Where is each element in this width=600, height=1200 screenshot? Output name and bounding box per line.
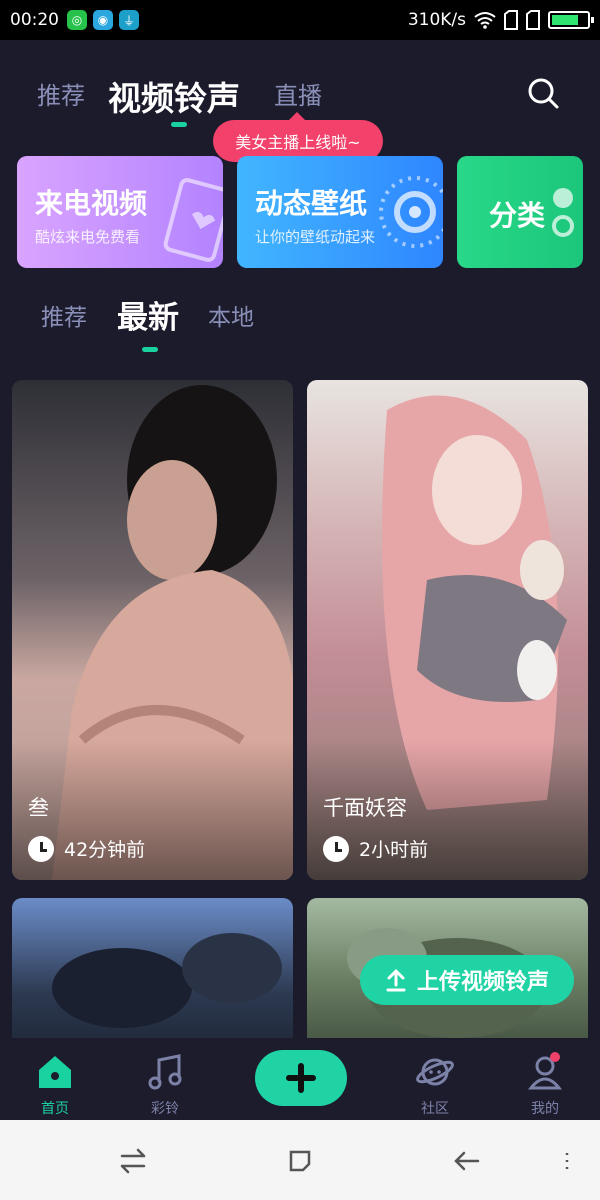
feature-cards: 来电视频 酷炫来电免费看 动态壁纸 让你的壁纸动起来 分类	[0, 156, 600, 270]
sim-icon	[526, 10, 540, 30]
video-thumbnail	[52, 933, 282, 1028]
card-title: 分类	[489, 199, 546, 232]
card-title: 动态壁纸	[255, 187, 368, 220]
nav-label: 彩铃	[151, 1101, 179, 1117]
upload-arrow-icon	[386, 969, 406, 992]
search-icon[interactable]	[526, 76, 560, 110]
wallpaper-ring-icon	[379, 176, 443, 248]
subtab-latest[interactable]: 最新	[117, 292, 179, 337]
active-subtab-indicator	[142, 347, 158, 352]
phone-card-icon	[163, 178, 223, 262]
wifi-icon	[474, 12, 496, 29]
create-plus-button[interactable]	[255, 1050, 347, 1106]
tab-live[interactable]: 直播	[274, 76, 322, 111]
video-tile[interactable]: 叁 42分钟前	[12, 380, 293, 880]
clock-icon	[28, 835, 54, 862]
app-notification-icon: ◎	[67, 10, 87, 30]
video-title: 千面妖容	[323, 796, 407, 820]
bottom-nav: 首页 彩铃 社区 我的	[0, 1040, 600, 1120]
active-tab-indicator	[171, 122, 187, 127]
card-title: 来电视频	[35, 187, 148, 220]
clock-icon	[323, 835, 349, 862]
video-grid: 叁 42分钟前 千面妖容 2小时前	[0, 378, 600, 1038]
switch-icon[interactable]	[118, 1146, 148, 1176]
sub-tabs: 推荐 最新 本地	[0, 280, 600, 360]
usb-icon: ⏚	[119, 10, 139, 30]
card-live-wallpaper[interactable]: 动态壁纸 让你的壁纸动起来	[237, 156, 443, 268]
nav-label: 我的	[531, 1101, 559, 1117]
music-note-icon	[148, 1054, 182, 1090]
sim-icon	[504, 10, 518, 30]
app-notification-icon: ◉	[93, 10, 113, 30]
home-icon	[39, 1056, 71, 1088]
tab-recommend[interactable]: 推荐	[37, 76, 85, 111]
upload-video-ringtone-button[interactable]: 上传视频铃声	[360, 955, 574, 1005]
card-subtitle: 让你的壁纸动起来	[255, 228, 376, 246]
battery-icon	[548, 11, 594, 29]
upload-label: 上传视频铃声	[416, 970, 549, 995]
network-speed: 310K/s	[407, 10, 466, 30]
nav-community[interactable]: 社区	[395, 1052, 475, 1118]
status-time: 00:20	[10, 10, 59, 30]
system-nav-bar	[0, 1120, 600, 1200]
tab-video-ringtone[interactable]: 视频铃声	[108, 72, 240, 120]
video-time: 2小时前	[359, 839, 429, 861]
subtab-local[interactable]: 本地	[208, 298, 254, 332]
nav-home[interactable]: 首页	[15, 1052, 95, 1118]
menu-dots-icon[interactable]	[552, 1146, 582, 1176]
plus-icon	[286, 1063, 316, 1093]
video-title: 叁	[28, 796, 49, 820]
video-tile[interactable]	[12, 898, 293, 1038]
profile-icon	[527, 1052, 563, 1090]
subtab-recommend[interactable]: 推荐	[41, 298, 87, 332]
card-category[interactable]: 分类	[457, 156, 583, 268]
home-square-icon[interactable]	[285, 1146, 315, 1176]
battery-fill	[552, 15, 578, 25]
nav-ringtone[interactable]: 彩铃	[125, 1052, 205, 1118]
back-icon[interactable]	[452, 1146, 482, 1176]
planet-icon	[416, 1058, 454, 1086]
category-icon	[552, 188, 574, 237]
nav-mine[interactable]: 我的	[505, 1052, 585, 1118]
nav-label: 社区	[421, 1101, 449, 1117]
video-tile[interactable]: 千面妖容 2小时前	[307, 380, 588, 880]
status-bar: 00:20 ◎ ◉ ⏚ 310K/s	[0, 0, 600, 40]
nav-label: 首页	[41, 1101, 69, 1117]
video-meta: 2小时前	[323, 835, 428, 862]
video-meta: 42分钟前	[28, 835, 145, 862]
card-incoming-call-video[interactable]: 来电视频 酷炫来电免费看	[17, 156, 223, 268]
card-subtitle: 酷炫来电免费看	[35, 228, 141, 246]
video-time: 42分钟前	[64, 839, 146, 861]
